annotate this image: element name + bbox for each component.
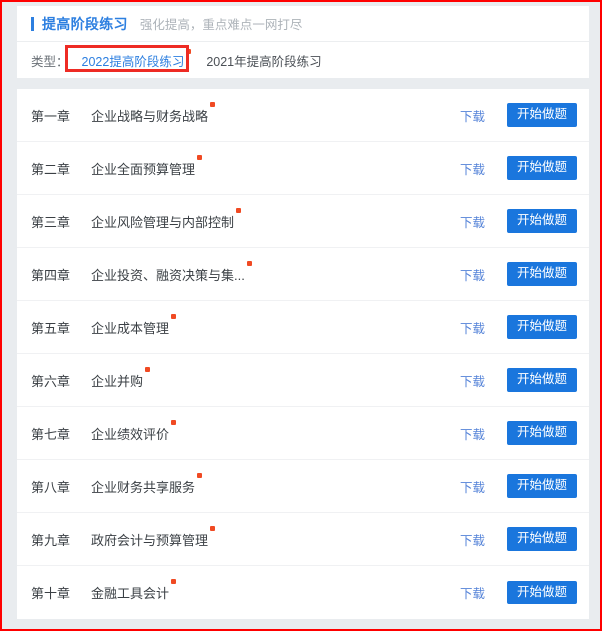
tab-2022-exercise[interactable]: 2022提高阶段练习 — [73, 48, 194, 73]
chapter-name-text: 企业绩效评价 — [91, 426, 170, 442]
header-card: 提高阶段练习 强化提高，重点难点一网打尽 类型： 2022提高阶段练习 2021… — [17, 6, 589, 78]
chapter-name-text: 金融工具会计 — [91, 586, 170, 601]
start-exercise-button[interactable]: 开始做题 — [506, 103, 577, 127]
chapter-number: 第九章 — [31, 532, 71, 548]
new-dot-icon — [171, 579, 177, 584]
chapter-title: 企业投资、融资决策与集... — [91, 260, 460, 284]
row-actions: 下载 开始做题 — [460, 262, 577, 286]
chapter-number: 第三章 — [31, 214, 71, 230]
table-row[interactable]: 第八章 企业财务共享服务 下载 开始做题 — [17, 460, 589, 513]
start-exercise-button[interactable]: 开始做题 — [506, 527, 577, 551]
chapter-title: 企业风险管理与内部控制 — [91, 207, 460, 231]
chapter-number: 第八章 — [31, 479, 71, 495]
row-actions: 下载 开始做题 — [460, 527, 577, 551]
chapter-title: 企业绩效评价 — [91, 419, 460, 443]
chapter-number: 第十章 — [31, 586, 71, 601]
start-exercise-button[interactable]: 开始做题 — [506, 368, 577, 392]
row-actions: 下载 开始做题 — [460, 209, 577, 233]
chapter-number: 第四章 — [31, 267, 71, 283]
chapter-number: 第五章 — [31, 320, 71, 336]
row-actions: 下载 开始做题 — [460, 421, 577, 445]
new-dot-icon — [197, 154, 203, 160]
start-exercise-button[interactable]: 开始做题 — [506, 421, 577, 445]
start-exercise-button[interactable]: 开始做题 — [506, 474, 577, 498]
chapter-title: 企业成本管理 — [91, 313, 460, 337]
chapter-number: 第七章 — [31, 426, 71, 442]
new-dot-icon — [246, 260, 252, 266]
start-exercise-button[interactable]: 开始做题 — [506, 580, 577, 605]
row-actions: 下载 开始做题 — [460, 474, 577, 498]
row-actions: 下载 开始做题 — [460, 315, 577, 339]
new-dot-icon — [145, 366, 151, 372]
start-exercise-button[interactable]: 开始做题 — [506, 262, 577, 286]
chapter-title: 企业财务共享服务 — [91, 472, 460, 496]
new-dot-icon — [171, 313, 177, 319]
chapter-title: 政府会计与预算管理 — [91, 525, 460, 549]
chapter-number: 第一章 — [31, 108, 71, 124]
new-dot-icon — [210, 525, 216, 531]
screenshot-annotation-frame: 提高阶段练习 强化提高，重点难点一网打尽 类型： 2022提高阶段练习 2021… — [0, 0, 602, 631]
page-root: 提高阶段练习 强化提高，重点难点一网打尽 类型： 2022提高阶段练习 2021… — [4, 4, 600, 629]
table-row[interactable]: 第九章 政府会计与预算管理 下载 开始做题 — [17, 513, 589, 566]
chapter-list: 第一章 企业战略与财务战略 下载 开始做题 第二章 企业全面预算管理 下载 开始… — [17, 89, 589, 619]
download-link[interactable]: 下载 — [460, 371, 485, 390]
new-dot-icon — [210, 101, 216, 107]
new-dot-icon — [171, 419, 177, 425]
chapter-title: 企业战略与财务战略 — [91, 101, 460, 125]
row-actions: 下载 开始做题 — [460, 103, 577, 127]
start-exercise-button[interactable]: 开始做题 — [506, 156, 577, 180]
chapter-title: 金融工具会计 — [91, 579, 460, 602]
download-link[interactable]: 下载 — [460, 477, 485, 496]
new-dot-icon — [186, 48, 192, 54]
download-link[interactable]: 下载 — [460, 212, 485, 231]
tab-label: 2022提高阶段练习 — [81, 54, 185, 69]
tab-2021-exercise[interactable]: 2021年提高阶段练习 — [197, 48, 330, 73]
download-link[interactable]: 下载 — [460, 265, 485, 284]
filter-bar: 类型： 2022提高阶段练习 2021年提高阶段练习 — [17, 42, 589, 78]
header-bar: 提高阶段练习 强化提高，重点难点一网打尽 — [17, 6, 589, 42]
new-dot-icon — [236, 207, 242, 213]
table-row[interactable]: 第十章 金融工具会计 下载 开始做题 — [17, 566, 589, 619]
row-actions: 下载 开始做题 — [460, 156, 577, 180]
chapter-name-text: 企业并购 — [91, 373, 144, 389]
table-row[interactable]: 第四章 企业投资、融资决策与集... 下载 开始做题 — [17, 248, 589, 301]
table-row[interactable]: 第一章 企业战略与财务战略 下载 开始做题 — [17, 89, 589, 142]
start-exercise-button[interactable]: 开始做题 — [506, 315, 577, 339]
download-link[interactable]: 下载 — [460, 106, 485, 125]
title-accent-bar — [31, 16, 34, 31]
page-subtitle: 强化提高，重点难点一网打尽 — [139, 18, 303, 32]
chapter-name-text: 政府会计与预算管理 — [91, 532, 209, 548]
row-actions: 下载 开始做题 — [460, 580, 577, 605]
chapter-number: 第六章 — [31, 373, 71, 389]
chapter-title: 企业并购 — [91, 366, 460, 390]
chapter-name-text: 企业成本管理 — [91, 320, 170, 336]
table-row[interactable]: 第六章 企业并购 下载 开始做题 — [17, 354, 589, 407]
start-exercise-button[interactable]: 开始做题 — [506, 209, 577, 233]
download-link[interactable]: 下载 — [460, 530, 485, 549]
chapter-number: 第二章 — [31, 161, 71, 177]
row-actions: 下载 开始做题 — [460, 368, 577, 392]
table-row[interactable]: 第五章 企业成本管理 下载 开始做题 — [17, 301, 589, 354]
chapter-title: 企业全面预算管理 — [91, 154, 460, 178]
download-link[interactable]: 下载 — [460, 159, 485, 178]
chapter-name-text: 企业全面预算管理 — [91, 161, 196, 177]
chapter-name-text: 企业战略与财务战略 — [91, 108, 209, 124]
tab-label: 2021年提高阶段练习 — [206, 54, 322, 69]
page-title: 提高阶段练习 — [42, 15, 128, 32]
chapter-name-text: 企业投资、融资决策与集... — [91, 267, 245, 283]
download-link[interactable]: 下载 — [460, 318, 485, 337]
new-dot-icon — [197, 472, 203, 478]
table-row[interactable]: 第二章 企业全面预算管理 下载 开始做题 — [17, 142, 589, 195]
download-link[interactable]: 下载 — [460, 424, 485, 443]
chapter-name-text: 企业风险管理与内部控制 — [91, 214, 235, 230]
table-row[interactable]: 第七章 企业绩效评价 下载 开始做题 — [17, 407, 589, 460]
chapter-name-text: 企业财务共享服务 — [91, 479, 196, 495]
filter-label: 类型： — [31, 54, 69, 69]
download-link[interactable]: 下载 — [460, 583, 485, 602]
table-row[interactable]: 第三章 企业风险管理与内部控制 下载 开始做题 — [17, 195, 589, 248]
